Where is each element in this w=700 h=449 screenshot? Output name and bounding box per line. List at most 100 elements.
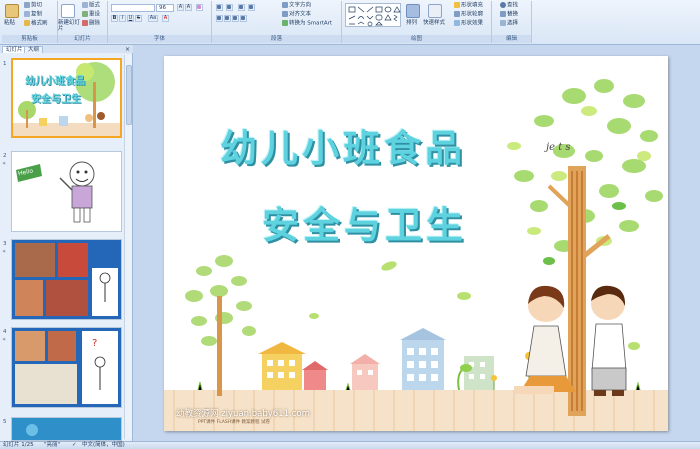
font-group-label: 字体 [108, 35, 211, 43]
underline-button[interactable]: U [127, 15, 134, 22]
replace-button[interactable]: 替换 [500, 11, 518, 19]
cut-button[interactable]: 剪切 [24, 2, 42, 10]
smartart-button[interactable]: 转换为 SmartArt [282, 20, 332, 28]
delete-icon [82, 20, 88, 26]
shape-effects-button[interactable]: 形状效果 [454, 20, 483, 28]
shape-effects-label: 形状效果 [461, 20, 484, 27]
status-spellcheck-icon[interactable]: ✓ [72, 442, 77, 449]
justify-button[interactable] [240, 15, 247, 22]
quick-styles-button[interactable]: 快速样式 [423, 20, 445, 27]
shrink-font-button[interactable]: A [185, 4, 192, 11]
slide-canvas[interactable]: 幼儿小班食品 安全与卫生 je t s 幼教资源网 ziyuan.baby611… [164, 56, 668, 431]
tab-outline[interactable]: 大纲 [24, 46, 44, 53]
format-painter-label: 格式刷 [31, 20, 48, 27]
cut-label: 剪切 [31, 2, 43, 9]
pen-icon [454, 11, 460, 17]
slide-number-3: 3 [3, 241, 7, 247]
bold-button[interactable]: B [111, 15, 118, 22]
shape-fill-button[interactable]: 形状填充 [454, 2, 483, 10]
align-left-button[interactable] [216, 15, 223, 22]
paragraph-group: 文字方向 对齐文本 转换为 SmartArt 段落 [212, 1, 342, 43]
slide-thumbnail-2[interactable]: Hello [11, 151, 122, 232]
slide-3-preview [12, 240, 121, 319]
cursor-icon [500, 20, 506, 26]
shape-outline-button[interactable]: 形状轮廓 [454, 11, 483, 19]
editing-group-label: 编辑 [492, 35, 531, 43]
change-case-button[interactable]: Aa [148, 15, 158, 22]
font-color-button[interactable]: A [162, 15, 169, 22]
font-name-combo[interactable] [111, 4, 155, 12]
ribbon: 粘贴 剪切 复制 格式刷 剪贴板 新建幻灯片 版式 重设 删除 幻灯片 96 A… [0, 0, 700, 45]
new-slide-button[interactable]: 新建幻灯片 [58, 20, 82, 32]
layout-button[interactable]: 版式 [82, 2, 100, 10]
shapes-gallery-icons [348, 6, 401, 27]
editing-group: 查找 替换 选择 编辑 [492, 1, 532, 43]
copy-button[interactable]: 复制 [24, 11, 42, 19]
slide-watermark: 幼教资源网 ziyuan.baby611.com [176, 409, 310, 419]
clipboard-group-label: 剪贴板 [2, 35, 57, 43]
reset-button[interactable]: 重设 [82, 11, 100, 19]
align-right-button[interactable] [232, 15, 239, 22]
slide-number-2: 2 [3, 153, 7, 159]
paste-button[interactable]: 粘贴 [4, 20, 15, 27]
grow-font-button[interactable]: A [177, 4, 184, 11]
slide-2-animation-icon: ✶ [2, 161, 7, 167]
align-left-icon [217, 16, 221, 20]
bullets-button[interactable] [216, 4, 223, 11]
numbering-button[interactable] [226, 4, 233, 11]
tab-slides[interactable]: 幻灯片 [2, 46, 27, 53]
slide-thumbnail-1[interactable]: 幼儿小班食品 安全与卫生 [11, 58, 122, 138]
delete-button[interactable]: 删除 [82, 20, 100, 28]
align-center-button[interactable] [224, 15, 231, 22]
slide-thumbnail-5[interactable] [11, 417, 122, 441]
clear-format-button[interactable] [196, 4, 203, 11]
delete-label: 删除 [89, 20, 101, 27]
slide-title-line2[interactable]: 安全与卫生 [262, 195, 467, 249]
select-button[interactable]: 选择 [500, 20, 518, 28]
paste-icon [5, 4, 19, 18]
slide-number-4: 4 [3, 329, 7, 335]
align-text-button[interactable]: 对齐文本 [282, 11, 311, 19]
text-direction-button[interactable]: 文字方向 [282, 2, 311, 10]
fill-bucket-icon [454, 2, 460, 8]
slide-number-1: 1 [3, 61, 7, 67]
slide-thumbnail-3[interactable] [11, 239, 122, 320]
decrease-indent-button[interactable] [238, 4, 245, 11]
align-text-icon [282, 11, 288, 17]
bullets-icon [217, 5, 221, 9]
find-label: 查找 [507, 2, 519, 9]
slide-watermark-sub: PPT课件 FLASH课件 教案教程 试卷 [198, 420, 270, 425]
increase-indent-button[interactable] [248, 4, 255, 11]
panel-scrollbar[interactable] [124, 55, 132, 439]
slide-3-animation-icon: ✶ [2, 249, 7, 255]
slide-1-title-line2: 安全与卫生 [31, 94, 81, 105]
drawing-group: 排列 快速样式 形状填充 形状轮廓 形状效果 绘图 [342, 1, 492, 43]
align-center-icon [225, 16, 229, 20]
quick-styles-icon [428, 4, 442, 18]
new-slide-icon [61, 4, 75, 18]
status-bar: 幻灯片 1/25 "亮丽" ✓ 中文(简体，中国) [0, 441, 700, 449]
format-painter-button[interactable]: 格式刷 [24, 20, 48, 28]
panel-close-button[interactable]: × [125, 46, 130, 53]
text-direction-icon [282, 2, 288, 8]
copy-icon [24, 11, 30, 17]
slide-title-line1[interactable]: 幼儿小班食品 [220, 118, 466, 172]
reset-icon [82, 11, 88, 17]
align-right-icon [233, 16, 237, 20]
find-button[interactable]: 查找 [500, 2, 518, 10]
status-language[interactable]: 中文(简体，中国) [82, 442, 125, 449]
svg-text:?: ? [92, 338, 97, 349]
shapes-gallery[interactable] [345, 3, 401, 27]
slide-editor: 幼儿小班食品 安全与卫生 je t s 幼教资源网 ziyuan.baby611… [134, 45, 700, 441]
select-label: 选择 [507, 20, 519, 27]
panel-scrollbar-thumb[interactable] [126, 65, 132, 125]
font-size-combo[interactable]: 96 [156, 4, 174, 12]
slide-2-preview [12, 152, 121, 231]
slide-thumbnail-4[interactable]: ? [11, 327, 122, 408]
align-text-label: 对齐文本 [289, 11, 312, 18]
slide-4-preview: ? [12, 328, 121, 407]
arrange-button[interactable]: 排列 [406, 20, 417, 27]
strike-button[interactable]: S [135, 15, 142, 22]
slide-1-title-line1: 幼儿小班食品 [25, 76, 85, 87]
italic-button[interactable]: I [119, 15, 126, 22]
